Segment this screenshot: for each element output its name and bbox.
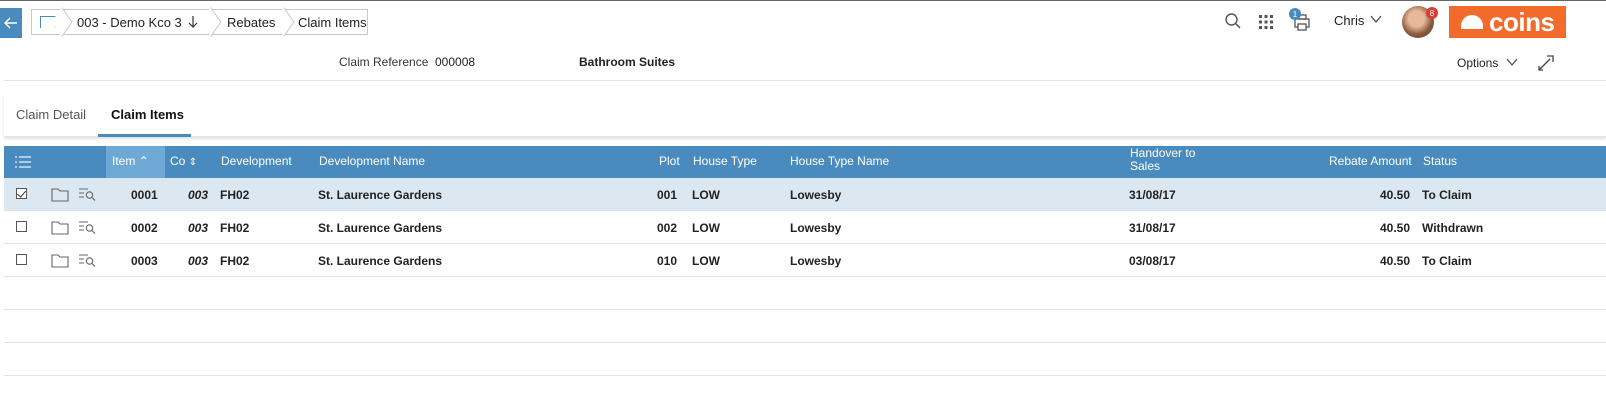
- table-row[interactable]: 0001 003 FH02 St. Laurence Gardens 001 L…: [4, 178, 1606, 211]
- breadcrumb-company[interactable]: 003 - Demo Kco 3: [63, 7, 222, 37]
- chevron-down-icon[interactable]: [1370, 14, 1382, 24]
- breadcrumb-home[interactable]: [31, 7, 73, 37]
- header-handover[interactable]: Handover to Sales: [1130, 147, 1195, 173]
- cell-co: 003: [188, 188, 209, 202]
- claim-items-table: Item ⌃ Co ⇕ Development Development Name…: [4, 146, 1606, 376]
- folder-icon[interactable]: [51, 220, 69, 235]
- header-status[interactable]: Status: [1423, 154, 1457, 168]
- cell-rebate-amount: 40.50: [1379, 188, 1410, 202]
- search-icon[interactable]: [1224, 12, 1242, 30]
- cell-house-type: LOW: [692, 254, 720, 268]
- header-handover-line1: Handover to: [1130, 146, 1196, 160]
- chevron-down-icon[interactable]: [1506, 57, 1518, 67]
- cell-plot: 002: [657, 221, 678, 235]
- logo-text: coins: [1489, 7, 1555, 37]
- breadcrumb-rebates[interactable]: Rebates: [212, 7, 295, 37]
- cell-house-type: LOW: [692, 188, 720, 202]
- coins-logo: coins: [1449, 6, 1566, 38]
- breadcrumb-claim-items-label: Claim Items: [298, 14, 367, 30]
- back-button[interactable]: [0, 8, 22, 38]
- header-house-type[interactable]: House Type: [693, 154, 757, 168]
- empty-row: [4, 277, 1606, 310]
- active-tab-indicator: [98, 134, 191, 137]
- print-queue-badge: 1: [1289, 8, 1301, 20]
- tab-bar: Claim Detail Claim Items: [4, 95, 1606, 137]
- details-search-icon[interactable]: [78, 220, 96, 234]
- row-checkbox[interactable]: [16, 254, 27, 265]
- breadcrumb: 003 - Demo Kco 3 Rebates Claim Items: [31, 7, 368, 37]
- header-co[interactable]: Co ⇕: [170, 154, 197, 168]
- cell-item: 0002: [131, 221, 158, 235]
- cell-house-type-name: Lowesby: [790, 221, 842, 235]
- table-row[interactable]: 0002 003 FH02 St. Laurence Gardens 002 L…: [4, 211, 1606, 244]
- cell-plot: 001: [657, 188, 678, 202]
- row-checkbox[interactable]: [16, 188, 27, 199]
- column-chooser-icon[interactable]: [14, 155, 32, 169]
- cell-development: FH02: [220, 221, 250, 235]
- claim-header: Claim Reference 000008 Bathroom Suites O…: [4, 44, 1606, 81]
- cell-item: 0001: [131, 188, 158, 202]
- details-search-icon[interactable]: [78, 187, 96, 201]
- cell-item: 0003: [131, 254, 158, 268]
- header-plot[interactable]: Plot: [659, 154, 680, 168]
- cell-status: Withdrawn: [1422, 221, 1484, 235]
- cell-co: 003: [188, 221, 209, 235]
- tab-claim-items[interactable]: Claim Items: [111, 107, 184, 122]
- breadcrumb-company-label: 003 - Demo Kco 3: [77, 14, 182, 30]
- sort-both-icon: ⇕: [188, 157, 198, 168]
- header-item[interactable]: Item ⌃: [112, 154, 149, 168]
- tab-claim-detail[interactable]: Claim Detail: [16, 107, 86, 122]
- cell-house-type-name: Lowesby: [790, 188, 842, 202]
- sort-asc-icon: ⌃: [138, 154, 149, 168]
- cell-co: 003: [188, 254, 209, 268]
- claim-reference-value: 000008: [435, 55, 476, 69]
- cell-house-type: LOW: [692, 221, 720, 235]
- top-bar: 003 - Demo Kco 3 Rebates Claim Items 1 C…: [0, 0, 1606, 44]
- claim-description: Bathroom Suites: [579, 55, 676, 69]
- notification-badge: 8: [1426, 7, 1438, 19]
- expand-edit-icon[interactable]: [1536, 53, 1556, 73]
- table-header: Item ⌃ Co ⇕ Development Development Name…: [4, 146, 1606, 178]
- empty-row: [4, 343, 1606, 376]
- table-row[interactable]: 0003 003 FH02 St. Laurence Gardens 010 L…: [4, 244, 1606, 277]
- cell-development-name: St. Laurence Gardens: [318, 254, 443, 268]
- cell-rebate-amount: 40.50: [1379, 221, 1410, 235]
- header-house-type-name[interactable]: House Type Name: [790, 154, 889, 168]
- cell-status: To Claim: [1422, 188, 1472, 202]
- cell-handover: 31/08/17: [1129, 188, 1176, 202]
- cell-handover: 03/08/17: [1129, 254, 1176, 268]
- options-menu[interactable]: Options: [1457, 56, 1498, 70]
- hard-hat-icon: [1461, 15, 1483, 29]
- cell-development-name: St. Laurence Gardens: [318, 188, 443, 202]
- cell-house-type-name: Lowesby: [790, 254, 842, 268]
- cell-handover: 31/08/17: [1129, 221, 1176, 235]
- folder-icon[interactable]: [51, 187, 69, 202]
- cell-development-name: St. Laurence Gardens: [318, 221, 443, 235]
- cell-rebate-amount: 40.50: [1379, 254, 1410, 268]
- cell-development: FH02: [220, 254, 250, 268]
- header-development[interactable]: Development: [221, 154, 292, 168]
- user-menu-name[interactable]: Chris: [1334, 13, 1364, 28]
- header-handover-line2: Sales: [1130, 159, 1161, 173]
- breadcrumb-rebates-label: Rebates: [227, 14, 276, 30]
- cell-plot: 010: [657, 254, 678, 268]
- header-co-label: Co: [170, 154, 186, 168]
- details-search-icon[interactable]: [78, 253, 96, 267]
- header-development-name[interactable]: Development Name: [319, 154, 425, 168]
- empty-row: [4, 310, 1606, 343]
- breadcrumb-claim-items[interactable]: Claim Items: [285, 9, 368, 35]
- apps-grid-icon[interactable]: [1258, 14, 1274, 30]
- cell-status: To Claim: [1422, 254, 1472, 268]
- arrow-left-icon: [4, 17, 17, 29]
- header-item-label: Item: [112, 154, 136, 168]
- arrow-down-icon[interactable]: [188, 16, 198, 28]
- claim-reference-label: Claim Reference: [339, 55, 429, 69]
- row-checkbox[interactable]: [16, 221, 27, 232]
- header-rebate-amount[interactable]: Rebate Amount: [1329, 154, 1412, 168]
- folder-icon[interactable]: [51, 253, 69, 268]
- cell-development: FH02: [220, 188, 250, 202]
